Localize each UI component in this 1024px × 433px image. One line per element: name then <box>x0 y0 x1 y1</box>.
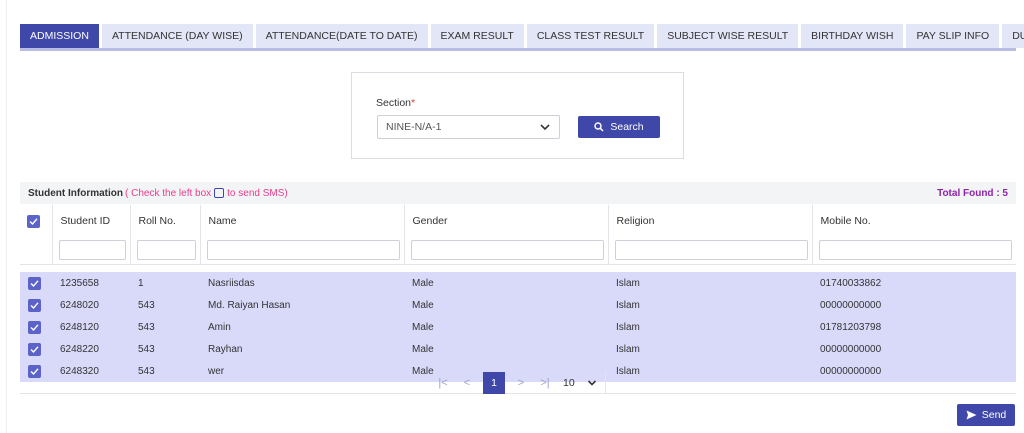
cell-student-id: 6248120 <box>52 316 130 338</box>
tab-exam-result[interactable]: EXAM RESULT <box>430 24 524 48</box>
chevron-down-icon <box>587 380 596 386</box>
tab-underline <box>20 48 1016 51</box>
cell-student-id: 6248020 <box>52 294 130 316</box>
next-page-button[interactable]: > <box>509 372 533 394</box>
check-icon <box>30 279 39 287</box>
tab-admission[interactable]: ADMISSION <box>20 24 99 48</box>
check-icon <box>30 301 39 309</box>
filter-gender-input[interactable] <box>410 240 604 261</box>
row-checkbox[interactable] <box>28 298 41 312</box>
total-found: Total Found : 5 <box>937 187 1008 199</box>
first-page-button[interactable]: |< <box>431 372 455 394</box>
cell-religion: Islam <box>608 338 812 360</box>
cell-mobile-no: 01781203798 <box>812 316 1016 338</box>
table-row[interactable]: 6248120 543 Amin Male Islam 01781203798 <box>20 316 1016 338</box>
student-table-body: 1235658 1 Nasriisdas Male Islam 01740033862 62… <box>20 272 1016 382</box>
cell-religion: Islam <box>608 272 812 294</box>
tab-birthday-wish[interactable]: BIRTHDAY WISH <box>801 24 904 48</box>
section-select[interactable]: NINE-N/A-1 <box>377 115 560 139</box>
cell-gender: Male <box>404 338 608 360</box>
tab-attendance-day-wise[interactable]: ATTENDANCE (DAY WISE) <box>101 24 253 48</box>
tab-subject-wise-result[interactable]: SUBJECT WISE RESULT <box>657 24 799 48</box>
cell-roll-no: 543 <box>130 294 200 316</box>
cell-student-id: 1235658 <box>52 272 130 294</box>
tab-due-info[interactable]: DUE INFO <box>1002 24 1024 48</box>
check-icon <box>30 323 39 331</box>
select-all-cell <box>20 205 53 237</box>
cell-religion: Islam <box>608 294 812 316</box>
send-button[interactable]: Send <box>957 404 1015 426</box>
row-checkbox[interactable] <box>28 320 41 334</box>
page-1-button[interactable]: 1 <box>483 372 505 394</box>
cell-roll-no: 1 <box>130 272 200 294</box>
cell-religion: Islam <box>608 316 812 338</box>
cell-gender: Male <box>404 294 608 316</box>
column-header-gender[interactable]: Gender <box>404 205 609 237</box>
send-icon <box>966 410 977 420</box>
section-label: Section* <box>376 97 416 109</box>
check-icon <box>29 217 38 225</box>
tab-class-test-result[interactable]: CLASS TEST RESULT <box>526 24 655 48</box>
search-button[interactable]: Search <box>578 116 660 138</box>
cell-roll-no: 543 <box>130 316 200 338</box>
filter-student-id-input[interactable] <box>58 240 126 261</box>
chevron-down-icon <box>540 124 550 131</box>
cell-gender: Male <box>404 272 608 294</box>
column-header-mobile-no[interactable]: Mobile No. <box>812 205 1016 237</box>
tab-bar: ADMISSION ATTENDANCE (DAY WISE) ATTENDAN… <box>20 24 1024 48</box>
cell-mobile-no: 01740033862 <box>812 272 1016 294</box>
last-page-button[interactable]: >| <box>533 372 557 394</box>
required-mark: * <box>411 97 416 109</box>
page-size-value: 10 <box>563 377 575 389</box>
filter-religion-input[interactable] <box>614 240 808 261</box>
cell-mobile-no: 00000000000 <box>812 338 1016 360</box>
cell-name: Nasriisdas <box>200 272 404 294</box>
cell-name: Md. Raiyan Hasan <box>200 294 404 316</box>
cell-name: Amin <box>200 316 404 338</box>
sms-hint: ( Check the left box to send SMS) <box>125 187 288 199</box>
select-all-checkbox[interactable] <box>27 214 40 228</box>
filter-mobile-no-input[interactable] <box>818 240 1012 261</box>
filter-name-input[interactable] <box>206 240 400 261</box>
search-button-label: Search <box>610 121 644 133</box>
cell-roll-no: 543 <box>130 338 200 360</box>
page-size-select[interactable]: 10 <box>559 372 606 394</box>
table-row[interactable]: 6248220 543 Rayhan Male Islam 00000000000 <box>20 338 1016 360</box>
column-header-name[interactable]: Name <box>200 205 405 237</box>
search-icon <box>594 122 604 132</box>
tab-pay-slip-info[interactable]: PAY SLIP INFO <box>906 24 1000 48</box>
cell-student-id: 6248220 <box>52 338 130 360</box>
student-info-title: Student Information <box>28 187 123 199</box>
column-filter-row <box>20 237 1016 265</box>
table-row[interactable]: 6248020 543 Md. Raiyan Hasan Male Islam 00000… <box>20 294 1016 316</box>
pagination: |< < 1 > >| 10 <box>20 372 1016 394</box>
cell-mobile-no: 00000000000 <box>812 294 1016 316</box>
cell-name: Rayhan <box>200 338 404 360</box>
student-table: Student ID Roll No. Name Gender Religion… <box>20 205 1016 382</box>
filter-panel: Section* NINE-N/A-1 Search <box>351 72 684 159</box>
filter-roll-no-input[interactable] <box>136 240 196 261</box>
column-header-student-id[interactable]: Student ID <box>52 205 131 237</box>
cell-gender: Male <box>404 316 608 338</box>
row-checkbox[interactable] <box>28 276 41 290</box>
section-select-value: NINE-N/A-1 <box>386 121 442 133</box>
checkbox-hint-icon <box>214 188 225 198</box>
send-button-label: Send <box>981 409 1007 421</box>
column-header-roll-no[interactable]: Roll No. <box>130 205 201 237</box>
student-info-bar: Student Information ( Check the left box… <box>20 182 1016 204</box>
column-header-religion[interactable]: Religion <box>608 205 813 237</box>
check-icon <box>30 345 39 353</box>
student-table-wrap: Student ID Roll No. Name Gender Religion… <box>20 205 1016 382</box>
tab-attendance-date-to-date[interactable]: ATTENDANCE(DATE TO DATE) <box>255 24 428 48</box>
row-checkbox[interactable] <box>28 342 41 356</box>
prev-page-button[interactable]: < <box>455 372 479 394</box>
table-row[interactable]: 1235658 1 Nasriisdas Male Islam 01740033862 <box>20 272 1016 294</box>
